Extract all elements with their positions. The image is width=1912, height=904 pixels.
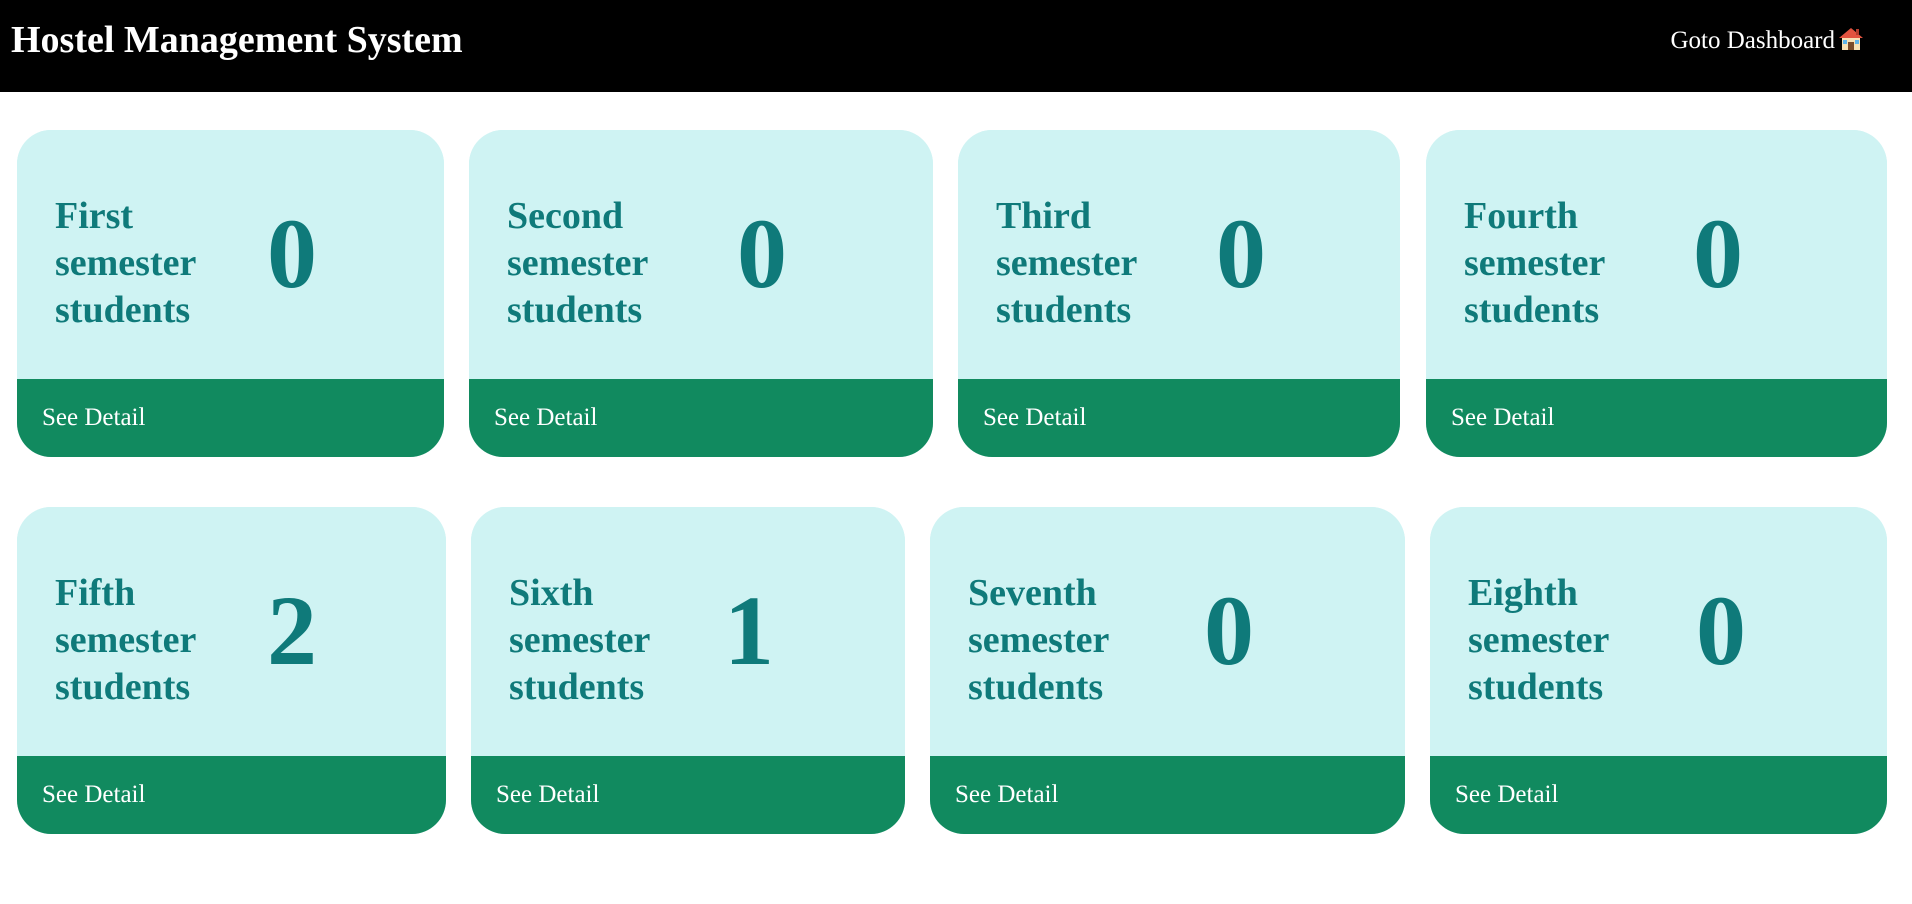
- see-detail-button[interactable]: See Detail: [1430, 756, 1887, 834]
- card-count: 0: [1696, 575, 1746, 686]
- card-count: 0: [1216, 198, 1266, 309]
- card-label: First semester students: [55, 195, 196, 331]
- see-detail-label: See Detail: [983, 404, 1087, 431]
- see-detail-label: See Detail: [955, 781, 1059, 808]
- see-detail-label: See Detail: [42, 404, 146, 431]
- card-count: 0: [1204, 575, 1254, 686]
- card-label: Fifth semester students: [55, 572, 196, 708]
- see-detail-button[interactable]: See Detail: [17, 756, 446, 834]
- goto-dashboard-label: Goto Dashboard: [1670, 27, 1835, 54]
- see-detail-button[interactable]: See Detail: [471, 756, 905, 834]
- see-detail-label: See Detail: [1451, 404, 1555, 431]
- see-detail-label: See Detail: [496, 781, 600, 808]
- house-icon: [1838, 27, 1864, 51]
- card-count: 1: [724, 575, 774, 686]
- card-count: 0: [737, 198, 787, 309]
- semester-card-seventh: Seventh semester students 0 See Detail: [930, 507, 1405, 834]
- card-label: Eighth semester students: [1468, 572, 1609, 708]
- top-navbar: Hostel Management System Goto Dashboard: [0, 0, 1912, 92]
- card-body: Second semester students 0: [469, 130, 933, 379]
- card-body: Third semester students 0: [958, 130, 1400, 379]
- card-label: Third semester students: [996, 195, 1137, 331]
- card-count: 0: [1693, 198, 1743, 309]
- see-detail-button[interactable]: See Detail: [958, 379, 1400, 457]
- card-count: 2: [267, 575, 317, 686]
- card-body: Seventh semester students 0: [930, 507, 1405, 756]
- see-detail-button[interactable]: See Detail: [930, 756, 1405, 834]
- card-label: Sixth semester students: [509, 572, 650, 708]
- goto-dashboard-link[interactable]: Goto Dashboard: [1670, 25, 1864, 57]
- semester-card-eighth: Eighth semester students 0 See Detail: [1430, 507, 1887, 834]
- semester-card-fourth: Fourth semester students 0 See Detail: [1426, 130, 1887, 457]
- see-detail-label: See Detail: [1455, 781, 1559, 808]
- semester-card-second: Second semester students 0 See Detail: [469, 130, 933, 457]
- app-title: Hostel Management System: [11, 19, 463, 61]
- see-detail-label: See Detail: [494, 404, 598, 431]
- see-detail-button[interactable]: See Detail: [1426, 379, 1887, 457]
- card-label: Fourth semester students: [1464, 195, 1605, 331]
- card-body: Eighth semester students 0: [1430, 507, 1887, 756]
- card-body: Fourth semester students 0: [1426, 130, 1887, 379]
- card-body: First semester students 0: [17, 130, 444, 379]
- card-body: Sixth semester students 1: [471, 507, 905, 756]
- semester-card-first: First semester students 0 See Detail: [17, 130, 444, 457]
- see-detail-label: See Detail: [42, 781, 146, 808]
- card-label: Second semester students: [507, 195, 648, 331]
- card-count: 0: [267, 198, 317, 309]
- see-detail-button[interactable]: See Detail: [17, 379, 444, 457]
- card-body: Fifth semester students 2: [17, 507, 446, 756]
- semester-card-fifth: Fifth semester students 2 See Detail: [17, 507, 446, 834]
- semester-card-third: Third semester students 0 See Detail: [958, 130, 1400, 457]
- see-detail-button[interactable]: See Detail: [469, 379, 933, 457]
- card-label: Seventh semester students: [968, 572, 1109, 708]
- semester-card-sixth: Sixth semester students 1 See Detail: [471, 507, 905, 834]
